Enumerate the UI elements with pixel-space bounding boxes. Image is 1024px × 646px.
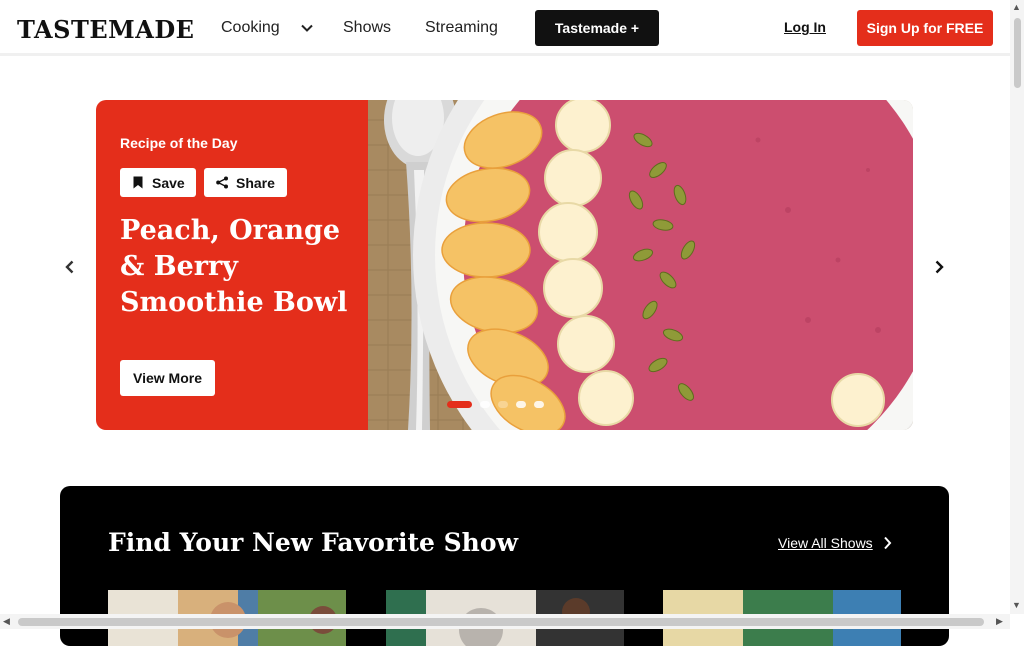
- nav-cooking[interactable]: Cooking: [221, 19, 314, 37]
- signup-button[interactable]: Sign Up for FREE: [857, 10, 993, 46]
- view-more-button[interactable]: View More: [120, 360, 215, 396]
- nav-shows[interactable]: Shows: [343, 19, 391, 37]
- share-button[interactable]: Share: [204, 168, 287, 197]
- smoothie-bowl-image[interactable]: [368, 100, 913, 430]
- recipe-panel: Recipe of the Day Save Share Peach, Oran…: [96, 100, 368, 430]
- chevron-down-icon: [300, 24, 313, 32]
- carousel-dot[interactable]: [447, 401, 472, 408]
- site-header: TASTEMADE Cooking Shows Streaming Tastem…: [0, 0, 1010, 56]
- shows-section-title: Find Your New Favorite Show: [108, 528, 519, 557]
- vertical-scrollbar-thumb[interactable]: [1014, 18, 1021, 88]
- horizontal-scrollbar-thumb[interactable]: [18, 618, 984, 626]
- tastemade-plus-button[interactable]: Tastemade +: [535, 10, 659, 46]
- view-all-shows-label: View All Shows: [778, 535, 873, 551]
- save-button[interactable]: Save: [120, 168, 196, 197]
- carousel-dots: [447, 401, 544, 408]
- share-label: Share: [236, 174, 275, 191]
- scroll-right-icon[interactable]: ▶: [996, 616, 1003, 627]
- bookmark-icon: [133, 176, 143, 189]
- recipe-carousel: Recipe of the Day Save Share Peach, Oran…: [96, 100, 913, 430]
- save-label: Save: [152, 174, 185, 191]
- carousel-dot[interactable]: [534, 401, 544, 408]
- carousel-dot[interactable]: [516, 401, 526, 408]
- nav-streaming[interactable]: Streaming: [425, 19, 498, 37]
- carousel-next-icon[interactable]: [931, 259, 947, 275]
- vertical-scrollbar[interactable]: [1010, 0, 1024, 614]
- carousel-prev-icon[interactable]: [62, 259, 78, 275]
- tastemade-logo[interactable]: TASTEMADE: [17, 15, 194, 44]
- scroll-up-icon[interactable]: ▲: [1012, 2, 1021, 12]
- recipe-title[interactable]: Peach, Orange & Berry Smoothie Bowl: [120, 213, 360, 321]
- view-all-shows-link[interactable]: View All Shows: [778, 535, 892, 551]
- chevron-right-icon: [883, 536, 892, 550]
- carousel-dot[interactable]: [480, 401, 490, 408]
- login-link[interactable]: Log In: [784, 19, 826, 35]
- share-icon: [216, 176, 228, 189]
- scroll-left-icon[interactable]: ◀: [3, 616, 10, 627]
- scroll-down-icon[interactable]: ▼: [1012, 600, 1021, 610]
- carousel-dot[interactable]: [498, 401, 508, 408]
- recipe-of-the-day-label: Recipe of the Day: [120, 135, 238, 151]
- nav-cooking-label: Cooking: [221, 19, 280, 36]
